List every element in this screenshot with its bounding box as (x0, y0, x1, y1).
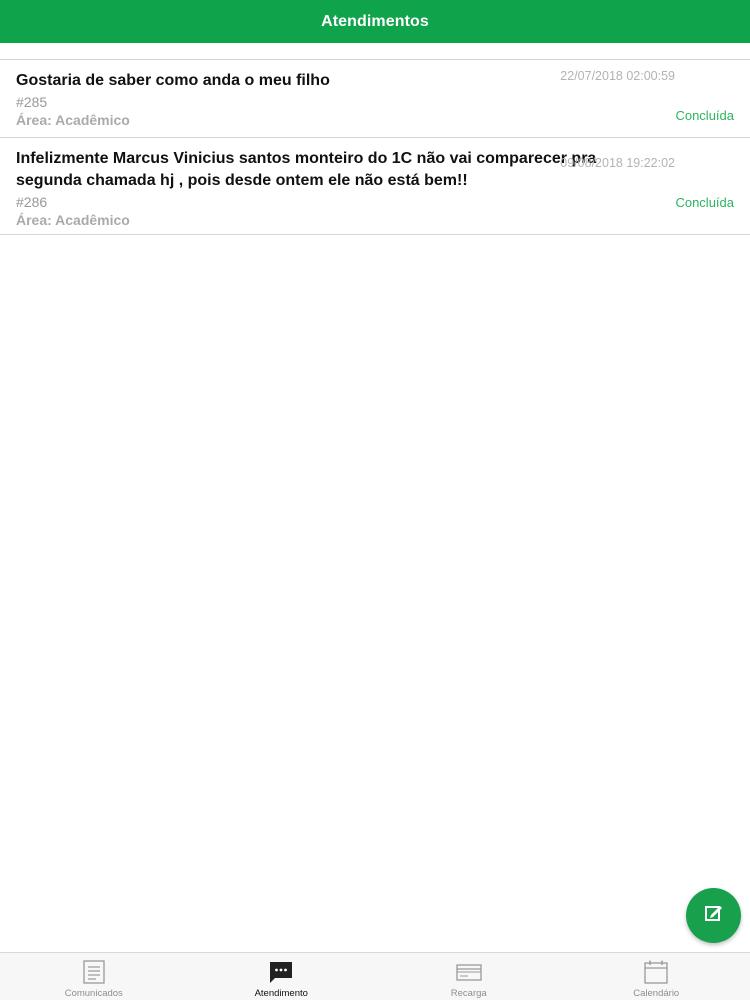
page-title: Atendimentos (321, 12, 429, 30)
item-date: 22/07/2018 02:00:59 (560, 69, 675, 83)
item-area: Área: Acadêmico (16, 112, 130, 128)
list-item[interactable]: Infelizmente Marcus Vinicius santos mont… (0, 138, 750, 235)
item-number: #285 (16, 94, 48, 110)
tab-label: Recarga (450, 988, 487, 999)
status-badge: Concluída (675, 108, 734, 123)
status-badge: Concluída (675, 195, 734, 210)
list-item[interactable]: Gostaria de saber como anda o meu filho … (0, 60, 750, 138)
tab-label: Atendimento (254, 988, 308, 999)
document-icon (82, 960, 106, 984)
card-icon (456, 960, 482, 984)
app-header: Atendimentos (0, 0, 750, 43)
calendar-icon (644, 960, 668, 984)
tab-calendario[interactable]: Calendário (563, 953, 750, 1000)
tab-recarga[interactable]: Recarga (375, 953, 563, 1000)
tab-comunicados[interactable]: Comunicados (0, 953, 188, 1000)
compose-icon (704, 903, 724, 928)
item-title: Infelizmente Marcus Vinicius santos mont… (16, 150, 597, 189)
new-message-button[interactable] (686, 888, 741, 943)
tab-label: Comunicados (64, 988, 123, 999)
item-area: Área: Acadêmico (16, 212, 130, 228)
item-number: #286 (16, 194, 48, 210)
item-date: 09/08/2018 19:22:02 (560, 156, 675, 170)
chat-bubble-icon (269, 960, 293, 984)
attendance-list: Gostaria de saber como anda o meu filho … (0, 59, 750, 235)
tab-atendimento[interactable]: Atendimento (188, 953, 376, 1000)
bottom-tab-bar: Comunicados Atendimento Recarga Calendár… (0, 952, 750, 1000)
tab-label: Calendário (633, 988, 680, 999)
